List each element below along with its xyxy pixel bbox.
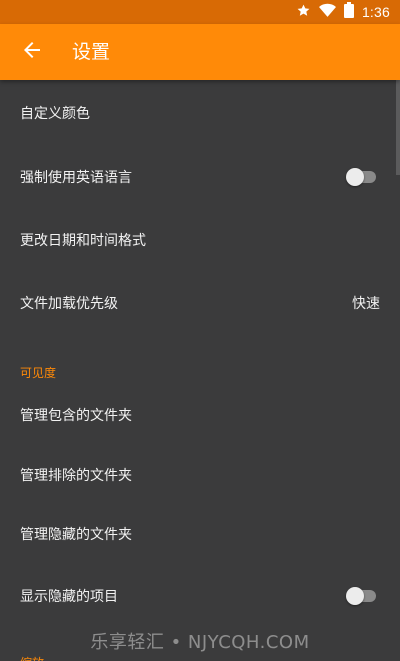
wifi-icon (318, 3, 336, 22)
setting-label: 强制使用英语语言 (20, 170, 132, 186)
setting-manage-included-folders[interactable]: 管理包含的文件夹 (0, 385, 400, 445)
setting-manage-excluded-folders[interactable]: 管理排除的文件夹 (0, 445, 400, 505)
status-bar: 1:36 (0, 0, 400, 24)
back-button[interactable] (12, 32, 52, 72)
toggle-thumb (346, 168, 364, 186)
setting-label: 自定义颜色 (20, 106, 90, 122)
setting-label: 显示隐藏的项目 (20, 589, 118, 605)
toggle-thumb (346, 587, 364, 605)
setting-force-english[interactable]: 强制使用英语语言 (0, 146, 400, 208)
setting-file-loading-priority[interactable]: 文件加载优先级 快速 (0, 271, 400, 335)
watermark: 乐享轻汇 • NJYCQH.COM (90, 632, 310, 653)
star-icon (296, 3, 311, 22)
setting-custom-colors[interactable]: 自定义颜色 (0, 80, 400, 146)
page-title: 设置 (72, 41, 111, 63)
section-header-partial: 缩放 (20, 654, 44, 661)
battery-icon (343, 2, 354, 22)
status-time: 1:36 (361, 4, 390, 20)
arrow-left-icon (20, 38, 44, 66)
show-hidden-items-toggle[interactable] (346, 586, 376, 606)
setting-manage-hidden-folders[interactable]: 管理隐藏的文件夹 (0, 505, 400, 563)
setting-label: 更改日期和时间格式 (20, 232, 146, 249)
setting-label: 管理排除的文件夹 (20, 468, 132, 484)
setting-date-time-format[interactable]: 更改日期和时间格式 (0, 208, 400, 271)
force-english-toggle[interactable] (346, 167, 376, 187)
setting-show-hidden-items[interactable]: 显示隐藏的项目 (0, 565, 400, 627)
status-icons: 1:36 (296, 0, 390, 24)
setting-label: 管理隐藏的文件夹 (20, 527, 132, 543)
settings-list[interactable]: 自定义颜色 强制使用英语语言 更改日期和时间格式 文件加载优先级 快速 可见度 … (0, 80, 400, 661)
app-bar: 设置 (0, 24, 400, 80)
setting-label: 文件加载优先级 (20, 296, 118, 312)
setting-value: 快速 (352, 296, 380, 312)
section-header-visibility: 可见度 (20, 366, 57, 380)
setting-label: 管理包含的文件夹 (20, 408, 132, 424)
